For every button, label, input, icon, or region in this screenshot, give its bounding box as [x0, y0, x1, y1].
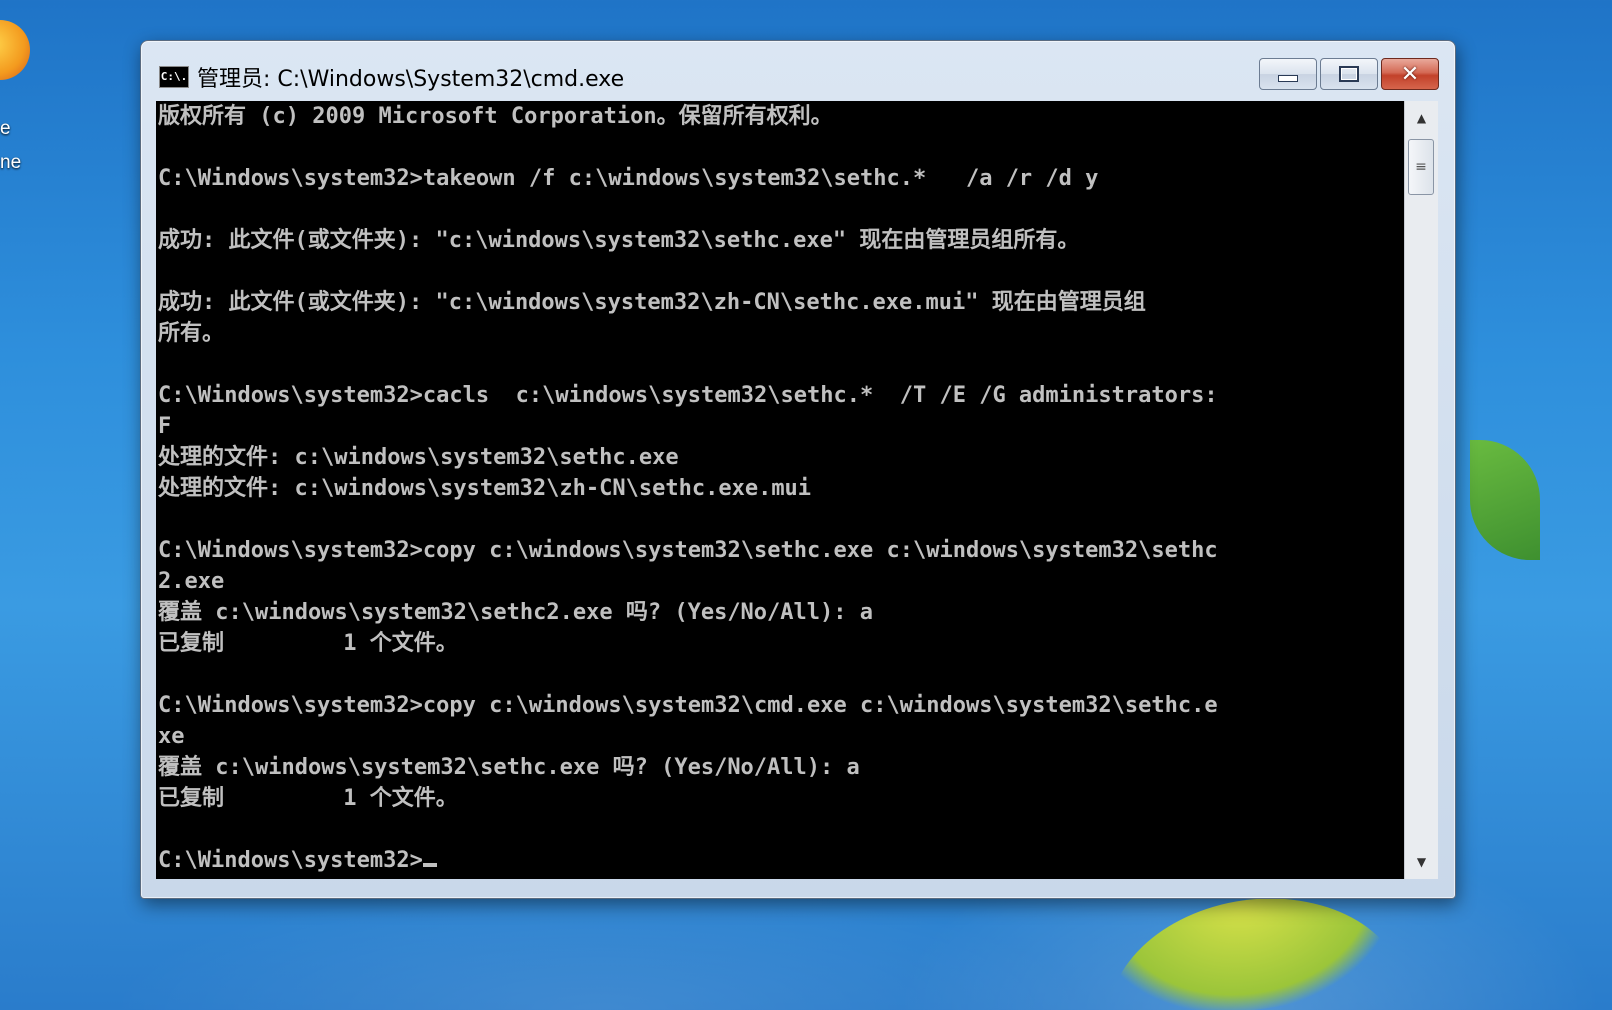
console-line: 已复制 1 个文件。 — [158, 631, 458, 656]
arrow-up-icon: ▲ — [1416, 111, 1427, 125]
console-line: 覆盖 c:\windows\system32\sethc.exe 吗? (Yes… — [158, 755, 860, 780]
maximize-icon — [1339, 66, 1359, 82]
console-line: F — [158, 414, 172, 439]
console-line: 覆盖 c:\windows\system32\sethc2.exe 吗? (Ye… — [158, 600, 874, 625]
grip-icon: ≡ — [1415, 159, 1427, 175]
desktop-icon-label-line: e — [0, 118, 11, 139]
console-text: 版权所有 (c) 2009 Microsoft Corporation。保留所有… — [158, 101, 1218, 876]
console-line: C:\Windows\system32> — [158, 845, 1218, 876]
console-line: 成功: 此文件(或文件夹): "c:\windows\system32\seth… — [158, 228, 1080, 253]
title-bar[interactable]: C:\. 管理员: C:\Windows\System32\cmd.exe ✕ — [141, 41, 1455, 101]
caption-buttons: ✕ — [1259, 58, 1439, 90]
desktop-icon-label[interactable]: e ne — [0, 112, 21, 180]
console-line: 已复制 1 个文件。 — [158, 786, 458, 811]
scroll-up-button[interactable]: ▲ — [1405, 101, 1438, 135]
text-cursor — [422, 863, 437, 867]
wallpaper-leaf — [1470, 440, 1540, 560]
minimize-button[interactable] — [1259, 58, 1317, 90]
console-line: 版权所有 (c) 2009 Microsoft Corporation。保留所有… — [158, 104, 833, 129]
console-line: 2.exe — [158, 569, 225, 594]
console-line: 成功: 此文件(或文件夹): "c:\windows\system32\zh-C… — [158, 290, 1146, 315]
console-line: C:\Windows\system32>cacls c:\windows\sys… — [158, 383, 1218, 408]
cmd-window[interactable]: C:\. 管理员: C:\Windows\System32\cmd.exe ✕ … — [140, 40, 1456, 899]
console-line: 处理的文件: c:\windows\system32\sethc.exe — [158, 445, 679, 470]
scroll-thumb[interactable]: ≡ — [1408, 139, 1434, 195]
console-output[interactable]: 版权所有 (c) 2009 Microsoft Corporation。保留所有… — [156, 101, 1404, 879]
console-line: xe — [158, 724, 185, 749]
wallpaper-flower — [1093, 879, 1407, 1010]
arrow-down-icon: ▼ — [1416, 855, 1427, 869]
desktop-app-icon[interactable] — [0, 20, 30, 80]
minimize-icon — [1278, 74, 1298, 82]
vertical-scrollbar[interactable]: ▲ ≡ ▼ — [1404, 101, 1438, 879]
console-line: C:\Windows\system32>takeown /f c:\window… — [158, 166, 1099, 191]
close-icon: ✕ — [1400, 61, 1420, 87]
close-button[interactable]: ✕ — [1381, 58, 1439, 90]
console-line: C:\Windows\system32>copy c:\windows\syst… — [158, 693, 1218, 718]
console-line: 处理的文件: c:\windows\system32\zh-CN\sethc.e… — [158, 476, 812, 501]
cmd-app-icon[interactable]: C:\. — [159, 66, 189, 88]
maximize-button[interactable] — [1320, 58, 1378, 90]
console-line: C:\Windows\system32>copy c:\windows\syst… — [158, 538, 1218, 563]
scroll-down-button[interactable]: ▼ — [1405, 845, 1438, 879]
console-line: 所有。 — [158, 321, 225, 346]
desktop-icon-label-line: ne — [0, 152, 22, 173]
window-title: 管理员: C:\Windows\System32\cmd.exe — [197, 67, 625, 92]
